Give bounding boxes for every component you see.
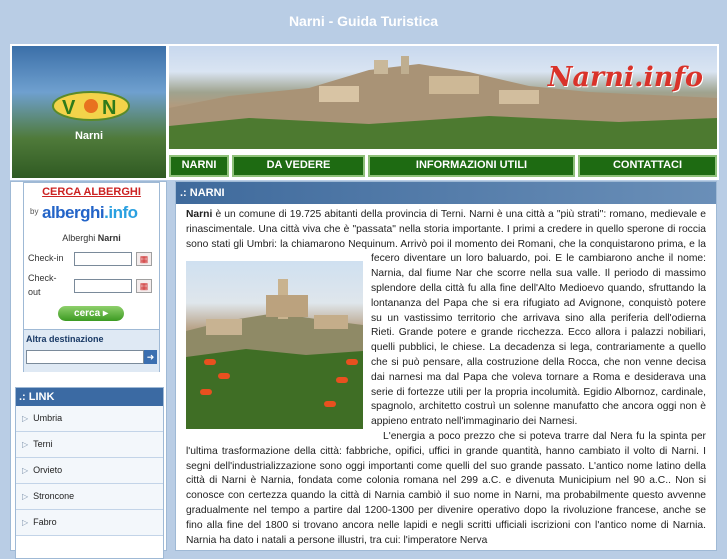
by-label: by xyxy=(30,207,39,216)
sidebar: CERCA ALBERGHI by alberghi.info Alberghi… xyxy=(10,181,167,559)
alberghi-logo-main: alberghi xyxy=(42,203,105,222)
checkin-label: Check-in xyxy=(28,253,64,263)
alt-destination-go-icon[interactable]: ➜ xyxy=(144,350,157,364)
bullet-arrow-icon: ▷ xyxy=(22,492,29,501)
logo-label: Narni xyxy=(74,130,104,142)
header-banner-photo: Narni.info xyxy=(169,46,717,149)
link-label: Orvieto xyxy=(33,465,63,475)
alt-destination-input[interactable] xyxy=(26,350,144,364)
article-body: Narni è un comune di 19.725 abitanti del… xyxy=(176,204,716,548)
article-paragraph-1: Narni è un comune di 19.725 abitanti del… xyxy=(186,208,706,430)
article-paragraph-1-text: è un comune di 19.725 abitanti della pro… xyxy=(186,209,706,430)
link-label: Umbria xyxy=(33,413,63,423)
checkout-calendar-icon[interactable]: ▦ xyxy=(136,279,152,293)
bullet-arrow-icon: ▷ xyxy=(22,466,29,475)
link-label: Fabro xyxy=(33,517,57,527)
links-box: .: LINK ▷ Umbria ▷ Terni ▷ Orvieto ▷ Stronco… xyxy=(15,387,164,559)
flower-icon xyxy=(324,401,336,408)
hotel-city-subtitle: Alberghi Narni xyxy=(24,233,159,243)
link-orvieto[interactable]: ▷ Orvieto xyxy=(16,458,163,484)
link-label: Stroncone xyxy=(33,491,75,501)
link-terni[interactable]: ▷ Terni xyxy=(16,432,163,458)
main-nav: NARNI DA VEDERE INFORMAZIONI UTILI CONTA… xyxy=(169,155,717,177)
hotel-search-widget: CERCA ALBERGHI by alberghi.info Alberghi… xyxy=(23,182,160,372)
svg-text:N: N xyxy=(102,97,116,119)
link-fabro[interactable]: ▷ Fabro xyxy=(16,510,163,536)
bullet-arrow-icon: ▷ xyxy=(22,440,29,449)
checkin-field[interactable] xyxy=(74,252,132,266)
checkout-label: Check-out xyxy=(28,273,57,297)
main-content: .: NARNI Narni è un comune di 19.725 abi… xyxy=(175,181,717,551)
links-heading: .: LINK xyxy=(16,388,163,406)
article-paragraph-2: L'energia a poco prezzo che si poteva tr… xyxy=(186,430,706,546)
checkin-calendar-icon[interactable]: ▦ xyxy=(136,252,152,266)
vcn-logo-icon: V N xyxy=(52,91,130,121)
link-label: Terni xyxy=(33,439,53,449)
checkout-field[interactable] xyxy=(74,279,132,293)
alberghi-info-logo[interactable]: alberghi.info xyxy=(42,203,138,223)
nav-contattaci[interactable]: CONTATTACI xyxy=(578,155,717,177)
svg-text:V: V xyxy=(62,97,76,119)
bullet-arrow-icon: ▷ xyxy=(22,414,29,423)
article-lead-term: Narni xyxy=(186,209,213,220)
alt-destination-label: Altra destinazione xyxy=(26,334,104,344)
flower-icon xyxy=(218,373,230,380)
alt-destination-box: Altra destinazione ➜ xyxy=(24,329,159,372)
narni-rocca-photo xyxy=(186,261,363,430)
banner-brand-logo: Narni.info xyxy=(547,62,703,93)
hotel-search-heading[interactable]: CERCA ALBERGHI xyxy=(24,183,159,201)
rocca-illustration xyxy=(186,279,363,430)
site-header: V N Narni Narni.info NARNI DA VEDERE INF… xyxy=(10,44,719,180)
site-logo[interactable]: V N Narni xyxy=(12,46,166,178)
hotel-subtitle-prefix: Alberghi xyxy=(62,233,98,243)
alberghi-logo-suffix: .info xyxy=(104,203,138,222)
bullet-arrow-icon: ▷ xyxy=(22,518,29,527)
link-stroncone[interactable]: ▷ Stroncone xyxy=(16,484,163,510)
nav-narni[interactable]: NARNI xyxy=(169,155,229,177)
hotel-subtitle-city: Narni xyxy=(97,233,121,243)
flower-icon xyxy=(336,377,348,384)
arrow-right-icon: ▸ xyxy=(102,308,108,319)
nav-da-vedere[interactable]: DA VEDERE xyxy=(232,155,365,177)
link-umbria[interactable]: ▷ Umbria xyxy=(16,406,163,432)
hotel-search-label: cerca xyxy=(74,308,101,319)
hotel-search-button[interactable]: cerca ▸ xyxy=(58,306,124,321)
flower-icon xyxy=(346,359,358,366)
page-title: Narni - Guida Turistica xyxy=(288,13,439,29)
nav-informazioni-utili[interactable]: INFORMAZIONI UTILI xyxy=(368,155,575,177)
flower-icon xyxy=(200,389,212,396)
flower-icon xyxy=(204,359,216,366)
content-heading: .: NARNI xyxy=(176,182,716,204)
